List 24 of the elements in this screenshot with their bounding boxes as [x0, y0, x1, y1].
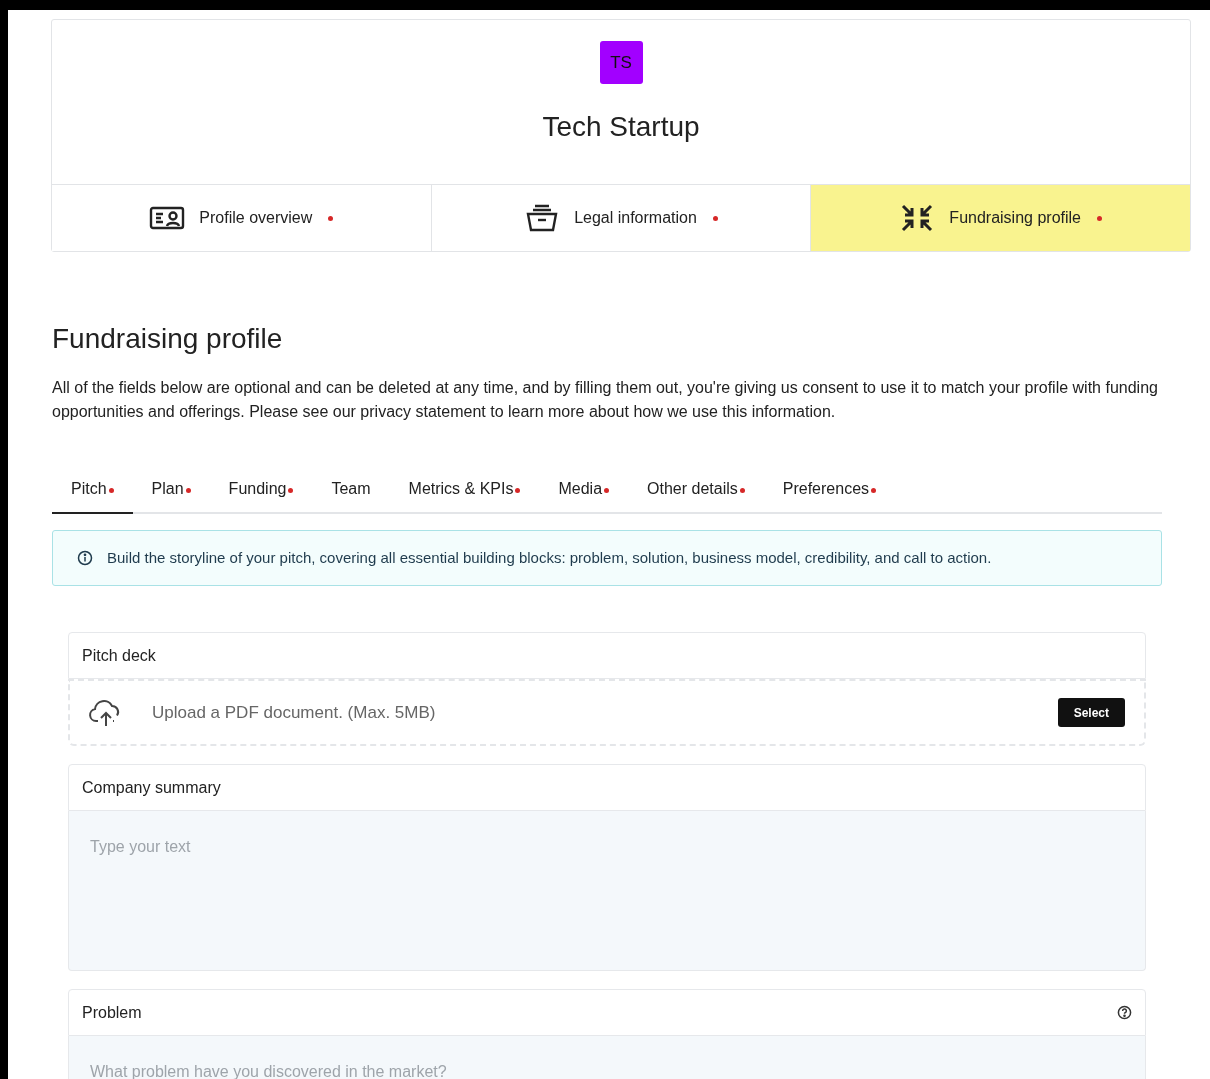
upload-hint: Upload a PDF document. (Max. 5MB)	[152, 701, 436, 724]
section-description: All of the fields below are optional and can be deleted at any time, and by filling them out, you're giving us consent to use it to match your profile with funding opportunities and offerings. Please see our privacy statement to learn more about how we use this information.	[52, 378, 1159, 422]
section-tab[interactable]: Plan	[132, 466, 210, 514]
company-name: Tech Startup	[542, 110, 700, 144]
section-tab[interactable]: Funding	[209, 466, 313, 514]
section-tab[interactable]: Team	[312, 466, 390, 514]
text-area[interactable]: Type your text	[68, 811, 1146, 971]
upload-dropzone[interactable]: Upload a PDF document. (Max. 5MB) Select	[68, 679, 1146, 746]
section-tab[interactable]: Media	[539, 466, 629, 514]
section-tab[interactable]: Preferences	[763, 466, 896, 514]
field-label: Problem	[82, 1002, 142, 1023]
step-tab[interactable]: Fundraising profile	[810, 185, 1190, 251]
field-label: Pitch deck	[82, 645, 156, 666]
section-tab[interactable]: Metrics & KPIs	[389, 466, 540, 514]
select-button[interactable]: Select	[1057, 698, 1125, 727]
help-icon[interactable]	[1117, 1005, 1132, 1020]
info-icon	[77, 550, 93, 566]
section-tab[interactable]: Other details	[628, 466, 764, 514]
info-text: Build the storyline of your pitch, covering all essential building blocks: problem, solution, business model, credibility, and call to action.	[107, 547, 992, 568]
section-tab[interactable]: Pitch	[52, 466, 133, 514]
company-avatar: TS	[599, 41, 643, 84]
id-card-icon	[149, 204, 186, 232]
section-title: Fundraising profile	[52, 322, 284, 356]
field-label: Company summary	[82, 777, 221, 798]
